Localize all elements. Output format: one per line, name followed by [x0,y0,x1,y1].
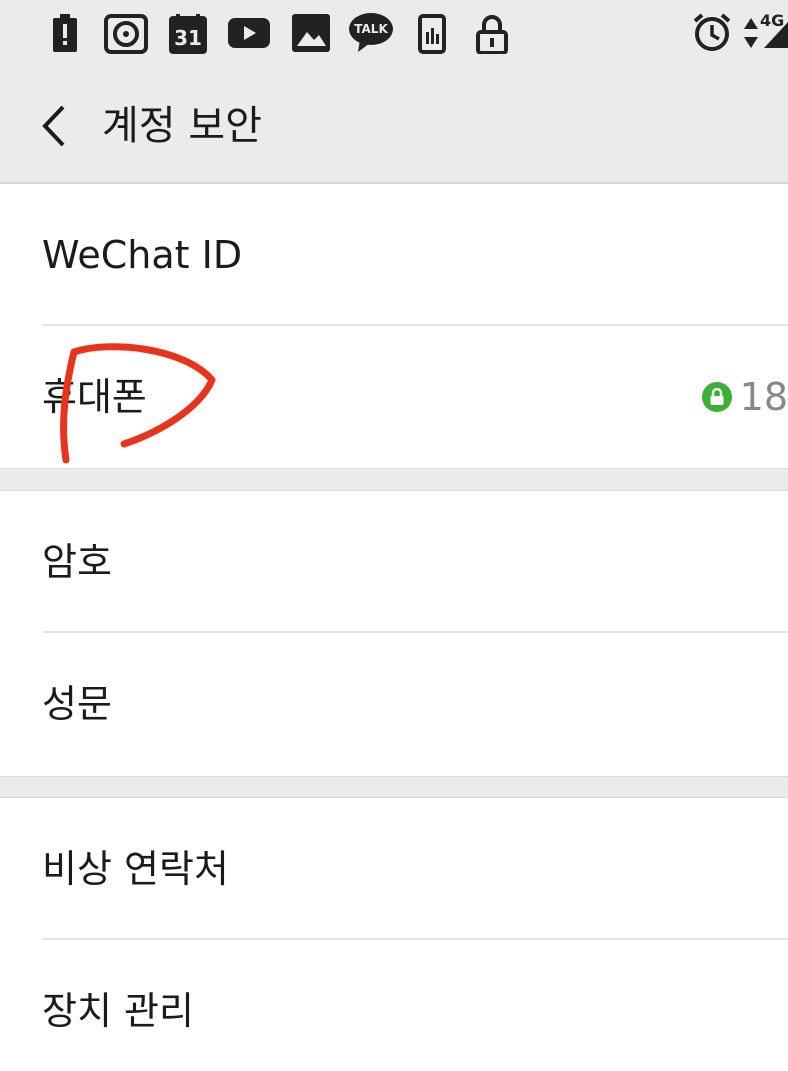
phone-value: 18 [701,326,788,468]
list-item-label: 장치 관리 [42,989,194,1033]
lock-icon [476,15,508,54]
settings-group-account: WeChat ID 휴대폰 18 [0,184,788,468]
youtube-icon [228,18,270,48]
lock-badge-icon [701,382,732,412]
list-item-phone[interactable]: 휴대폰 18 [0,326,788,468]
list-item-device-management[interactable]: 장치 관리 [0,940,788,1071]
phone-number: 18 [739,375,788,419]
alarm-icon [693,13,731,51]
list-item-emergency-contacts[interactable]: 비상 연락처 [0,798,788,940]
settings-group-devices: 비상 연락처 장치 관리 [0,798,788,1071]
list-item-label: 비상 연락처 [42,847,229,891]
status-bar: 31 TALK 4G [0,0,788,70]
kakaotalk-label: TALK [354,22,388,36]
list-item-wechat-id[interactable]: WeChat ID [0,184,788,326]
section-gap [0,468,788,491]
battery-alert-icon [53,14,77,52]
toolbar: 계정 보안 [0,70,788,184]
chevron-left-icon [42,105,65,147]
list-item-label: WeChat ID [42,233,243,277]
data-arrows-icon [744,18,758,48]
page-title: 계정 보안 [102,103,262,149]
list-item-label: 암호 [42,540,112,584]
signal-icon [764,22,788,48]
vinyl-icon [104,14,148,54]
calendar-day: 31 [174,26,202,50]
phone-stats-icon [418,14,446,54]
section-gap [0,776,788,798]
kakaotalk-icon: TALK [348,12,394,54]
list-item-label: 성문 [42,682,112,726]
list-item-label: 휴대폰 [42,375,147,419]
calendar-icon: 31 [168,14,208,54]
back-button[interactable] [24,98,84,154]
list-item-voiceprint[interactable]: 성문 [0,633,788,775]
gallery-icon [292,14,330,52]
list-item-password[interactable]: 암호 [0,491,788,633]
settings-group-security: 암호 성문 [0,491,788,776]
